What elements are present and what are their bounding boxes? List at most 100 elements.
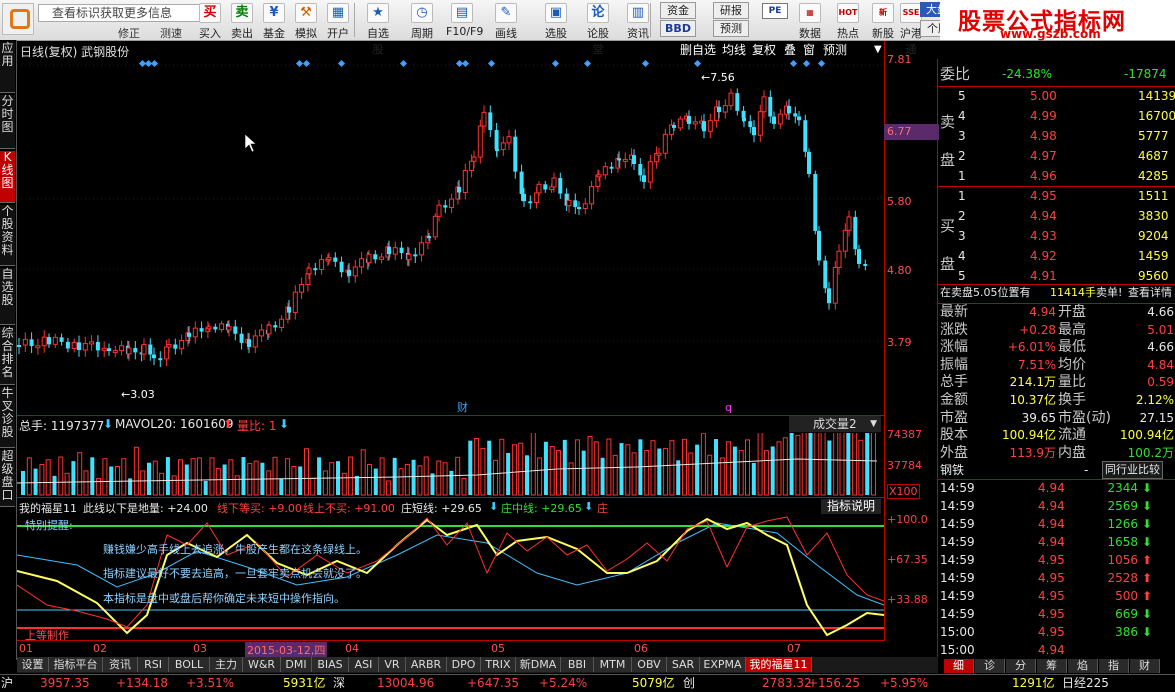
buy-level-row[interactable]: 3 4.93 9204	[938, 227, 1175, 245]
app-logo-icon[interactable]	[2, 3, 34, 35]
indicator-tab-10[interactable]: VR	[379, 657, 406, 672]
indicator-explain-button[interactable]: 指标说明	[821, 499, 881, 514]
chart-header-button-0[interactable]: 删自选	[678, 42, 719, 58]
event-diamond-icon[interactable]	[693, 59, 702, 68]
indicator-tab-6[interactable]: W&R	[243, 657, 281, 672]
indicator-tab-19[interactable]: EXPMA	[700, 657, 746, 672]
left-tab-7[interactable]: 超级盘口	[0, 450, 15, 507]
left-tab-2[interactable]: K线图	[0, 151, 15, 203]
bbd-button[interactable]: BBD	[660, 20, 696, 37]
finance-marker[interactable]: 财	[457, 400, 468, 414]
event-diamond-icon[interactable]	[295, 59, 304, 68]
toolbar-right-button-0[interactable]: ▦ 数据	[795, 2, 825, 40]
indicator-tab-11[interactable]: ARBR	[406, 657, 447, 672]
toolbar-button-0[interactable]: 买买入	[194, 2, 226, 40]
toolbar-button-9[interactable]: ▣ 选股	[540, 2, 572, 40]
right-tab-4[interactable]: 焰	[1068, 659, 1098, 673]
pe-icon[interactable]: PE	[762, 3, 788, 19]
indicator-tab-5[interactable]: 主力	[210, 657, 243, 672]
toolbar-button-5[interactable]: ★ 自选股	[362, 2, 394, 56]
indicator-tab-8[interactable]: BIAS	[312, 657, 349, 672]
event-diamond-icon[interactable]	[302, 59, 311, 68]
event-diamond-icon[interactable]	[802, 59, 811, 68]
chart-header-button-4[interactable]: 窗	[801, 42, 818, 58]
toolbar-button-7[interactable]: ▤ F10/F9	[446, 2, 483, 39]
left-tab-1[interactable]: 分时图	[0, 95, 15, 149]
right-tab-5[interactable]: 指	[1099, 659, 1129, 673]
sell-level-row[interactable]: 4 4.99 16700	[938, 107, 1175, 125]
right-tab-6[interactable]: 财	[1130, 659, 1160, 673]
q-marker[interactable]: q	[725, 401, 732, 414]
research-button[interactable]: 研报	[713, 2, 749, 19]
chart-header-button-5[interactable]: 预测	[821, 42, 850, 58]
sh-index[interactable]: 3957.35	[40, 675, 90, 692]
indicator-tab-2[interactable]: 资讯	[103, 657, 138, 672]
toolbar-button-2[interactable]: ¥ 基金	[258, 2, 290, 40]
chart-menu-chevron-icon[interactable]: ▼	[874, 44, 882, 55]
buy-level-row[interactable]: 4 4.92 1459	[938, 247, 1175, 265]
indicator-tab-17[interactable]: OBV	[632, 657, 667, 672]
fund-button[interactable]: 资金	[660, 2, 696, 19]
left-tab-0[interactable]: 应用	[0, 42, 15, 93]
right-tab-2[interactable]: 分	[1006, 659, 1036, 673]
event-diamond-icon[interactable]	[399, 59, 408, 68]
right-tab-3[interactable]: 筹	[1037, 659, 1067, 673]
indicator-tab-13[interactable]: TRIX	[481, 657, 516, 672]
sell-level-row[interactable]: 2 4.97 4687	[938, 147, 1175, 165]
indicator-name[interactable]: 我的福星11	[19, 500, 77, 516]
event-diamond-icon[interactable]	[150, 59, 159, 68]
sector-name[interactable]: 钢铁	[940, 461, 964, 479]
left-tab-5[interactable]: 综合排名	[0, 327, 15, 385]
indicator-tab-14[interactable]: 新DMA	[516, 657, 561, 672]
left-tab-6[interactable]: 牛叉诊股	[0, 387, 15, 448]
indicator-tab-12[interactable]: DPO	[447, 657, 481, 672]
event-diamond-icon[interactable]	[583, 59, 592, 68]
event-diamond-icon[interactable]	[337, 59, 346, 68]
toolbar-button-6[interactable]: ◷ 周期	[406, 2, 438, 40]
indicator-tab-18[interactable]: SAR	[667, 657, 700, 672]
indicator-tab-16[interactable]: MTM	[594, 657, 632, 672]
order-detail-link[interactable]: 查看详情	[1128, 284, 1172, 302]
fix-link[interactable]: 修正	[118, 25, 140, 41]
indicator-tab-7[interactable]: DMI	[281, 657, 312, 672]
indicator-tab-9[interactable]: ASI	[349, 657, 379, 672]
toolbar-right-button-1[interactable]: HOT 热点	[833, 2, 863, 40]
sell-level-row[interactable]: 3 4.98 5777	[938, 127, 1175, 145]
buy-level-row[interactable]: 2 4.94 3830	[938, 207, 1175, 225]
compare-sector-button[interactable]: 同行业比较	[1102, 461, 1163, 479]
event-diamond-icon[interactable]	[461, 59, 470, 68]
toolbar-right-button-2[interactable]: 新新股	[868, 2, 898, 40]
event-diamond-icon[interactable]	[817, 59, 826, 68]
chart-header-button-1[interactable]: 均线	[720, 42, 749, 58]
left-tab-4[interactable]: 自选股	[0, 268, 15, 325]
toolbar-button-10[interactable]: 论论股堂	[582, 2, 614, 56]
indicator-tab-4[interactable]: BOLL	[169, 657, 210, 672]
right-tab-1[interactable]: 诊	[975, 659, 1005, 673]
speedtest-link[interactable]: 测速	[160, 25, 182, 41]
indicator-tab-15[interactable]: BBI	[561, 657, 594, 672]
toolbar-button-1[interactable]: 卖卖出	[226, 2, 258, 40]
event-diamond-icon[interactable]	[487, 59, 496, 68]
indicator-tab-20[interactable]: 我的福星11	[746, 657, 812, 672]
indicator-tab-1[interactable]: 指标平台	[49, 657, 103, 672]
toolbar-button-8[interactable]: ✎ 画线	[490, 2, 522, 40]
volume-bars[interactable]	[17, 433, 884, 497]
toolbar-button-4[interactable]: ▦ 开户	[322, 2, 354, 40]
event-diamond-icon[interactable]	[551, 59, 560, 68]
event-diamond-icon[interactable]	[789, 59, 798, 68]
forecast-button[interactable]: 预测	[713, 20, 749, 37]
volume-dropdown[interactable]: 成交量2 ▼	[789, 416, 881, 432]
sz-index[interactable]: 13004.96	[377, 675, 434, 692]
cy-index[interactable]: 2783.32	[762, 675, 812, 692]
indicator-tab-0[interactable]: 设置	[17, 657, 49, 672]
chart-header-button-2[interactable]: 复权	[750, 42, 779, 58]
chart-header-button-3[interactable]: 叠	[782, 42, 799, 58]
sell-level-row[interactable]: 5 5.00 14139	[938, 87, 1175, 105]
indicator-tab-3[interactable]: RSI	[138, 657, 169, 672]
right-tab-0[interactable]: 细	[944, 659, 974, 673]
sell-level-row[interactable]: 1 4.96 4285	[938, 167, 1175, 185]
event-diamond-icon[interactable]	[641, 59, 650, 68]
buy-level-row[interactable]: 1 4.95 1511	[938, 187, 1175, 205]
toolbar-button-3[interactable]: ⚒ 模拟	[290, 2, 322, 40]
candlestick-chart[interactable]: ←7.56 ←3.03 财 q	[17, 59, 884, 415]
